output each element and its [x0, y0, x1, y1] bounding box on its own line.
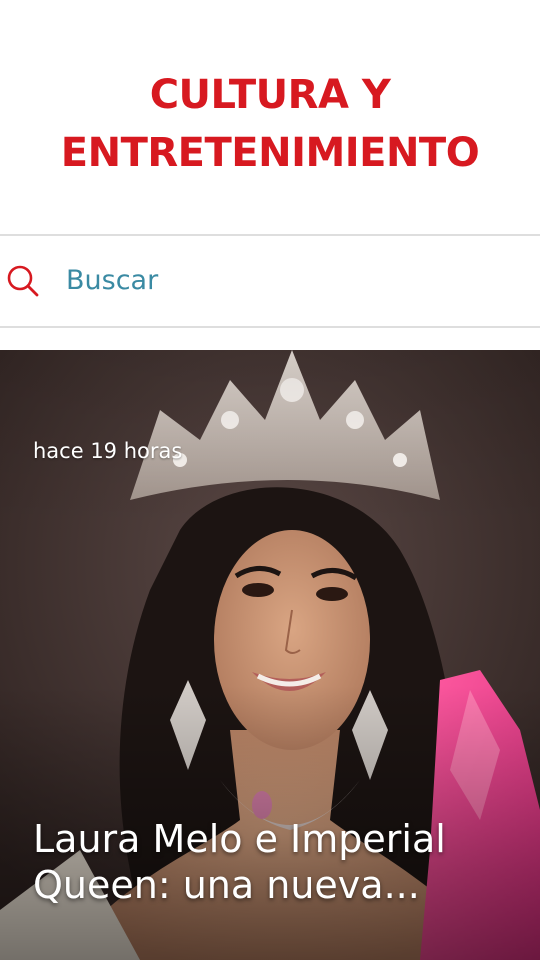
section-header: CULTURA Y ENTRETENIMIENTO [0, 0, 540, 236]
article-headline[interactable]: Laura Melo e Imperial Queen: una nueva..… [33, 816, 513, 908]
search-bar[interactable]: Buscar [0, 236, 540, 326]
featured-article-card[interactable]: hace 19 horas Laura Melo e Imperial Quee… [0, 350, 540, 960]
page: CULTURA Y ENTRETENIMIENTO Buscar hace 19… [0, 0, 540, 960]
divider-bottom [0, 326, 540, 328]
section-title: CULTURA Y ENTRETENIMIENTO [60, 72, 480, 176]
article-timestamp: hace 19 horas [33, 439, 183, 463]
search-placeholder[interactable]: Buscar [66, 263, 158, 299]
search-icon[interactable] [6, 264, 40, 298]
